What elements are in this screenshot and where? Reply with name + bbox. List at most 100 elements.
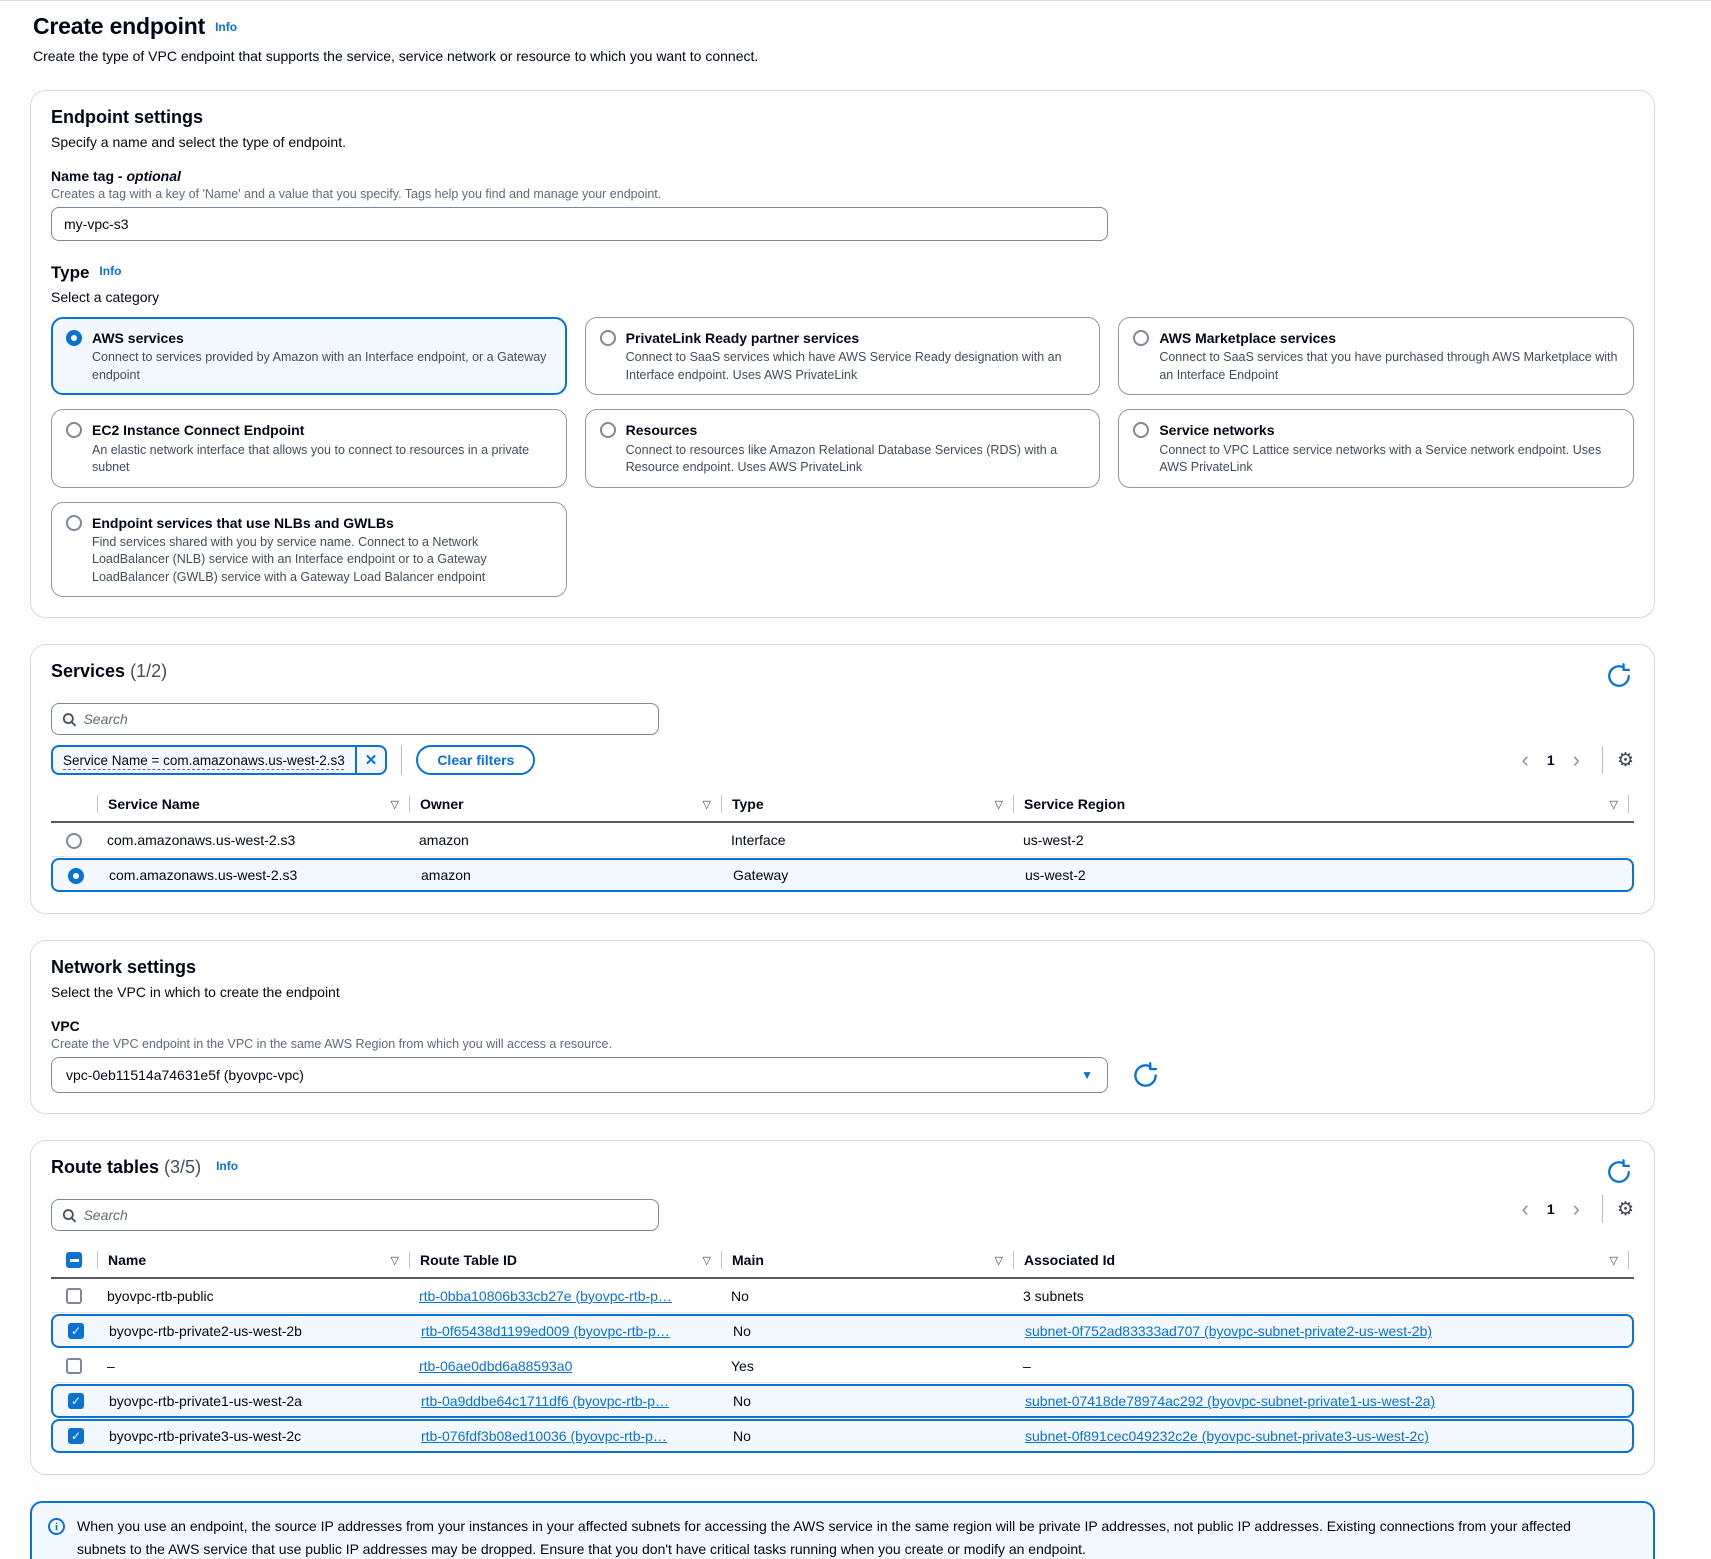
rtb-row-public[interactable]: byovpc-rtb-public rtb-0bba10806b33cb27e … <box>51 1279 1634 1313</box>
row-checkbox[interactable] <box>68 1323 84 1339</box>
rtb-col-associated-id: Associated Id▽ <box>1013 1251 1628 1269</box>
route-tables-search-input[interactable] <box>83 1207 648 1223</box>
route-tables-page-number[interactable]: 1 <box>1541 1201 1561 1217</box>
page-header: Create endpointInfo Create the type of V… <box>30 13 1655 64</box>
route-tables-panel: Route tables (3/5) Info ‹ 1 › ⚙ <box>30 1140 1655 1475</box>
sort-icon[interactable]: ▽ <box>995 1254 1003 1267</box>
name-tag-input[interactable] <box>51 207 1108 241</box>
row-checkbox[interactable] <box>66 1288 82 1304</box>
select-all-checkbox[interactable] <box>66 1252 82 1268</box>
row-checkbox[interactable] <box>68 1428 84 1444</box>
name-tag-label: Name tag - optional <box>51 168 1634 184</box>
rtb-row-private3[interactable]: byovpc-rtb-private3-us-west-2c rtb-076fd… <box>51 1419 1634 1453</box>
search-icon <box>62 712 76 727</box>
endpoint-settings-description: Specify a name and select the type of en… <box>51 134 1634 150</box>
services-settings-gear-icon[interactable]: ⚙ <box>1617 751 1634 770</box>
sort-icon[interactable]: ▽ <box>995 798 1003 811</box>
row-checkbox[interactable] <box>66 1358 82 1374</box>
endpoint-settings-panel: Endpoint settings Specify a name and sel… <box>30 90 1655 618</box>
sort-icon[interactable]: ▽ <box>1610 1254 1618 1267</box>
rtb-col-name: Name▽ <box>97 1251 409 1269</box>
services-row-gateway[interactable]: com.amazonaws.us-west-2.s3 amazon Gatewa… <box>51 858 1634 892</box>
route-tables-pagination: ‹ 1 › ⚙ <box>1514 1195 1635 1223</box>
clear-filters-button[interactable]: Clear filters <box>416 745 535 775</box>
route-tables-search[interactable] <box>51 1199 659 1231</box>
category-card-aws-services[interactable]: AWS services Connect to services provide… <box>51 317 567 395</box>
sort-icon[interactable]: ▽ <box>703 798 711 811</box>
page-info-link[interactable]: Info <box>215 20 237 34</box>
info-icon: i <box>48 1518 65 1535</box>
category-card-nlb-gwlb[interactable]: Endpoint services that use NLBs and GWLB… <box>51 502 567 598</box>
rtb-row-private2[interactable]: byovpc-rtb-private2-us-west-2b rtb-0f654… <box>51 1314 1634 1348</box>
services-search-input[interactable] <box>83 711 648 727</box>
sort-icon[interactable]: ▽ <box>703 1254 711 1267</box>
service-name-filter-token: Service Name = com.amazonaws.us-west-2.s… <box>51 745 387 775</box>
category-card-marketplace[interactable]: AWS Marketplace services Connect to SaaS… <box>1118 317 1634 395</box>
network-settings-description: Select the VPC in which to create the en… <box>51 984 1634 1000</box>
services-col-type: Type▽ <box>721 795 1013 813</box>
services-col-owner: Owner▽ <box>409 795 721 813</box>
vpc-help: Create the VPC endpoint in the VPC in th… <box>51 1037 1634 1051</box>
services-table: Service Name▽ Owner▽ Type▽ Service Regio… <box>51 787 1634 892</box>
services-col-service-name: Service Name▽ <box>97 795 409 813</box>
search-icon <box>62 1208 76 1223</box>
row-radio[interactable] <box>68 868 84 884</box>
radio-privatelink-partner[interactable] <box>600 330 616 346</box>
route-table-id-link[interactable]: rtb-076fdf3b08ed10036 (byovpc-rtb-p… <box>421 1428 667 1444</box>
category-card-ec2-instance-connect[interactable]: EC2 Instance Connect Endpoint An elastic… <box>51 409 567 487</box>
category-cards: AWS services Connect to services provide… <box>51 317 1634 597</box>
sort-icon[interactable]: ▽ <box>391 798 399 811</box>
subnet-link[interactable]: subnet-0f891cec049232c2e (byovpc-subnet-… <box>1025 1428 1429 1444</box>
services-prev-page-icon[interactable]: ‹ <box>1514 749 1537 771</box>
route-tables-info-link[interactable]: Info <box>216 1159 238 1173</box>
sort-icon[interactable]: ▽ <box>391 1254 399 1267</box>
radio-ec2-instance-connect[interactable] <box>66 422 82 438</box>
category-card-privatelink-partner[interactable]: PrivateLink Ready partner services Conne… <box>585 317 1101 395</box>
route-tables-refresh-icon[interactable] <box>1604 1157 1634 1187</box>
rtb-col-route-table-id: Route Table ID▽ <box>409 1251 721 1269</box>
services-search[interactable] <box>51 703 659 735</box>
sort-icon[interactable]: ▽ <box>1610 798 1618 811</box>
radio-marketplace[interactable] <box>1133 330 1149 346</box>
row-radio[interactable] <box>66 833 82 849</box>
radio-nlb-gwlb[interactable] <box>66 515 82 531</box>
subnet-link[interactable]: subnet-07418de78974ac292 (byovpc-subnet-… <box>1025 1393 1435 1409</box>
rtb-row-main[interactable]: – rtb-06ae0dbd6a88593a0 Yes – <box>51 1349 1634 1383</box>
alert-text: When you use an endpoint, the source IP … <box>77 1515 1637 1559</box>
row-checkbox[interactable] <box>68 1393 84 1409</box>
services-panel: Services (1/2) Service Name = com.amazon… <box>30 644 1655 914</box>
services-row-interface[interactable]: com.amazonaws.us-west-2.s3 amazon Interf… <box>51 823 1634 857</box>
services-next-page-icon[interactable]: › <box>1565 749 1588 771</box>
type-title: Type <box>51 263 89 282</box>
route-tables-table: Name▽ Route Table ID▽ Main▽ Associated I… <box>51 1243 1634 1453</box>
network-settings-panel: Network settings Select the VPC in which… <box>30 940 1655 1114</box>
filter-divider <box>401 745 402 775</box>
services-refresh-icon[interactable] <box>1604 661 1634 691</box>
services-col-region: Service Region▽ <box>1013 795 1628 813</box>
rtb-row-private1[interactable]: byovpc-rtb-private1-us-west-2a rtb-0a9dd… <box>51 1384 1634 1418</box>
vpc-select[interactable]: vpc-0eb11514a74631e5f (byovpc-vpc) ▼ <box>51 1057 1108 1093</box>
route-table-id-link[interactable]: rtb-0f65438d1199ed009 (byovpc-rtb-p… <box>421 1323 670 1339</box>
category-card-service-networks[interactable]: Service networks Connect to VPC Lattice … <box>1118 409 1634 487</box>
route-table-id-link[interactable]: rtb-0a9ddbe64c1711df6 (byovpc-rtb-p… <box>421 1393 669 1409</box>
network-settings-title: Network settings <box>51 957 1634 978</box>
endpoint-info-alert: i When you use an endpoint, the source I… <box>30 1501 1655 1559</box>
radio-resources[interactable] <box>600 422 616 438</box>
services-title: Services (1/2) <box>51 661 167 682</box>
radio-service-networks[interactable] <box>1133 422 1149 438</box>
route-tables-next-page-icon[interactable]: › <box>1565 1198 1588 1220</box>
route-tables-settings-gear-icon[interactable]: ⚙ <box>1617 1200 1634 1219</box>
endpoint-settings-title: Endpoint settings <box>51 107 1634 128</box>
filter-token-dismiss-icon[interactable]: ✕ <box>355 747 386 773</box>
route-tables-prev-page-icon[interactable]: ‹ <box>1514 1198 1537 1220</box>
radio-aws-services[interactable] <box>66 330 82 346</box>
route-table-id-link[interactable]: rtb-0bba10806b33cb27e (byovpc-rtb-p… <box>419 1288 672 1304</box>
subnets-popover-trigger[interactable]: 3 subnets <box>1023 1288 1084 1304</box>
subnet-link[interactable]: subnet-0f752ad83333ad707 (byovpc-subnet-… <box>1025 1323 1432 1339</box>
vpc-refresh-icon[interactable] <box>1130 1060 1161 1091</box>
route-table-id-link[interactable]: rtb-06ae0dbd6a88593a0 <box>419 1358 572 1374</box>
category-card-resources[interactable]: Resources Connect to resources like Amaz… <box>585 409 1101 487</box>
services-page-number[interactable]: 1 <box>1541 752 1561 768</box>
type-info-link[interactable]: Info <box>99 264 121 278</box>
name-tag-help: Creates a tag with a key of 'Name' and a… <box>51 187 1634 201</box>
